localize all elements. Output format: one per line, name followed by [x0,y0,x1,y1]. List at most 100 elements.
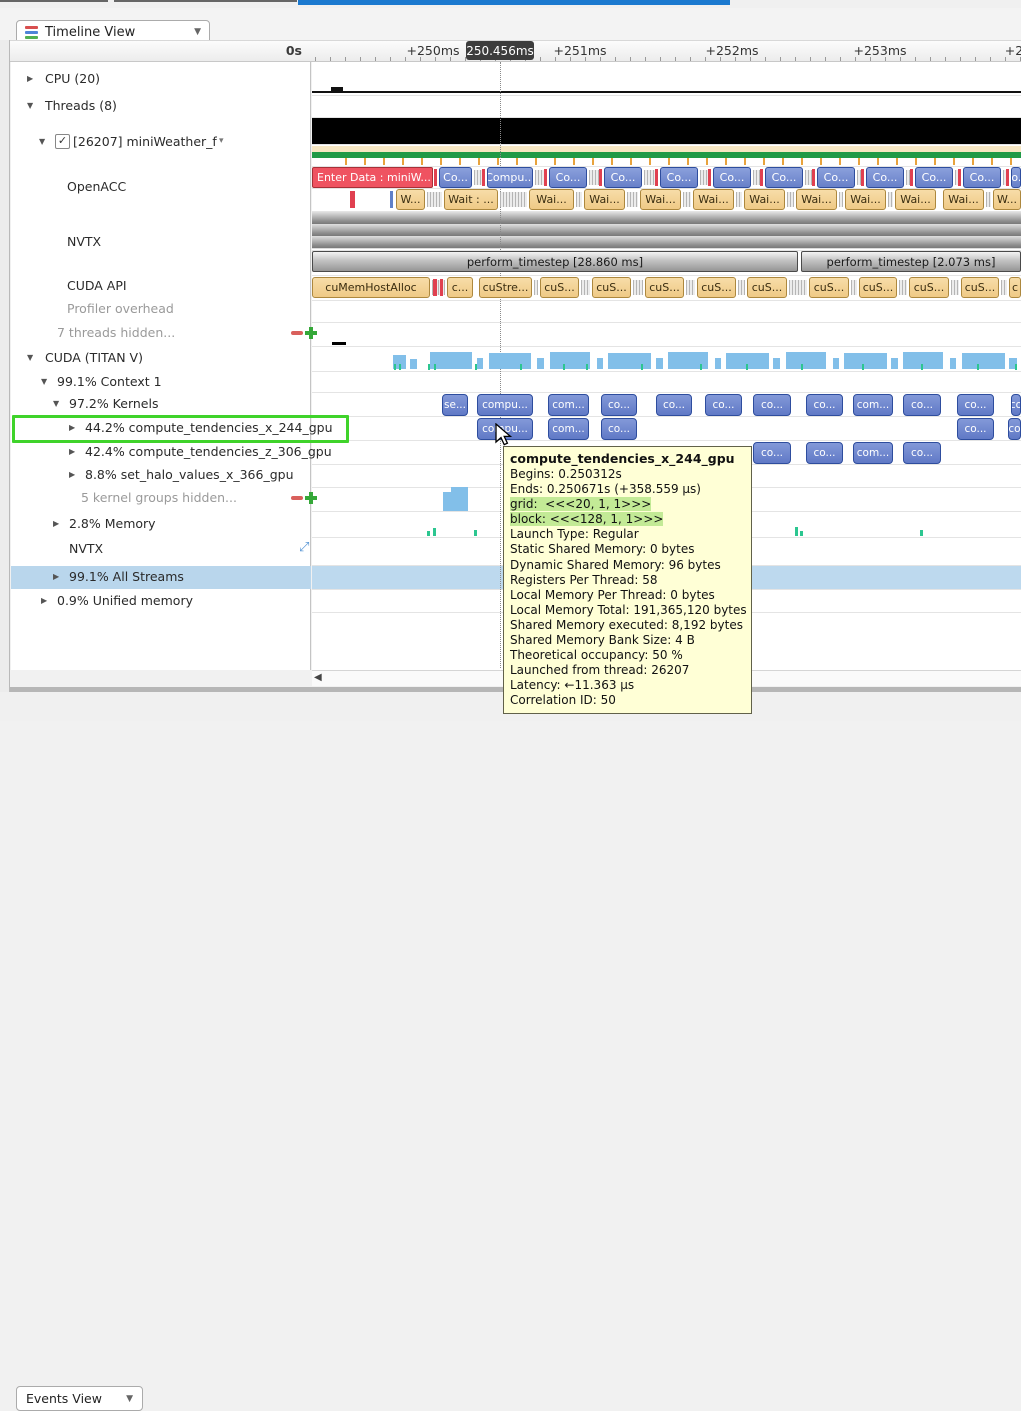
timeline-event-box[interactable]: cuS... [540,277,579,298]
timeline-event-box[interactable]: cuS... [859,277,897,298]
show-row-plus-icon[interactable] [305,327,317,339]
timeline-event-box[interactable]: cuS... [697,277,736,298]
timeline-event-box[interactable]: Co... [660,167,698,188]
timeline-event-box[interactable]: cuS... [909,277,949,298]
timeline-event-box[interactable]: Co... [817,167,855,188]
timeline-event-box[interactable]: co... [806,394,843,416]
timeline-event-box[interactable]: com... [853,394,893,416]
timeline-event-box[interactable]: Compu... [487,167,533,188]
hide-row-minus-icon[interactable] [291,331,303,335]
timeline-event-box[interactable]: co... [806,442,843,464]
expand-row-icon[interactable]: ⤢ [299,540,309,555]
timeline-event-box[interactable]: Wai... [943,189,984,210]
timeline-event-box[interactable]: Wait : ... [444,189,498,210]
tree-item[interactable]: NVTX [11,231,311,253]
timeline-event-box[interactable]: Wai... [796,189,837,210]
chevron-collapsed-icon[interactable]: ▶ [27,74,33,83]
timeline-event-box[interactable]: Co... [1011,167,1021,188]
hide-row-minus-icon[interactable] [291,496,303,500]
tree-item[interactable]: OpenACC [11,176,311,198]
timeline-event-box[interactable]: se... [442,394,468,416]
timeline-event-box[interactable]: cuStre... [479,277,532,298]
timeline-event-box[interactable]: co [1008,418,1021,440]
tree-item[interactable]: NVTX⤢ [11,538,311,560]
timeline-event-box[interactable]: com... [548,418,589,440]
timeline-event-box[interactable]: Co... [915,167,953,188]
timeline-event-box[interactable]: Wai... [693,189,734,210]
chevron-expanded-icon[interactable]: ▼ [41,377,47,386]
tree-item[interactable]: 5 kernel groups hidden... [11,487,311,509]
timeline-event-box[interactable]: co... [601,394,637,416]
scroll-left-arrow-icon[interactable]: ◀ [314,672,322,683]
timeline-event-box[interactable]: Enter Data : miniW... [312,167,433,188]
tree-item[interactable]: ▼CUDA (TITAN V) [11,347,311,369]
thread-checkbox[interactable]: ✓ [55,134,70,149]
timeline-event-box[interactable]: co... [753,394,791,416]
tree-item[interactable]: Profiler overhead [11,298,311,320]
timeline-event-box[interactable]: Wai... [584,189,625,210]
chevron-expanded-icon[interactable]: ▼ [39,137,45,146]
timeline-event-box[interactable]: cuS... [961,277,999,298]
chevron-collapsed-icon[interactable]: ▶ [69,470,75,479]
chevron-collapsed-icon[interactable]: ▶ [53,572,59,581]
chevron-collapsed-icon[interactable]: ▶ [69,447,75,456]
tree-item[interactable]: ▼97.2% Kernels [11,393,311,415]
tree-item[interactable]: 7 threads hidden... [11,322,311,344]
timeline-event-box[interactable]: co... [601,418,637,440]
tree-item[interactable]: ▶2.8% Memory [11,513,311,535]
chevron-collapsed-icon[interactable]: ▶ [41,596,47,605]
timeline-event-box[interactable]: W... [993,189,1021,210]
timeline-event-box[interactable]: co... [957,418,994,440]
events-view-selector[interactable]: Events View ▼ [16,1386,143,1411]
timeline-event-box[interactable]: Co... [866,167,904,188]
timeline-event-box[interactable]: co [1011,394,1021,416]
timeline-event-box[interactable]: co... [753,442,791,464]
timeline-event-box[interactable]: co... [903,394,941,416]
nvtx-range-bar[interactable]: perform_timestep [28.860 ms] [312,251,798,272]
current-time-marker[interactable]: 250.456ms [466,41,534,60]
thread-options-caret-icon[interactable]: ▾ [219,136,224,146]
tree-item[interactable]: ▶8.8% set_halo_values_x_366_gpu [11,464,311,486]
timeline-event-box[interactable]: compu... [477,394,533,416]
event-sliver[interactable] [390,191,393,208]
timeline-event-box[interactable]: Wai... [640,189,681,210]
timeline-event-box[interactable]: W... [396,189,425,210]
timeline-event-box[interactable]: Wai... [895,189,936,210]
timeline-event-box[interactable]: co... [705,394,742,416]
nvtx-range-bar[interactable]: perform_timestep [2.073 ms] [801,251,1021,272]
timeline-event-box[interactable]: co... [656,394,692,416]
timeline-event-box[interactable]: Wai... [529,189,574,210]
chevron-expanded-icon[interactable]: ▼ [27,353,33,362]
timeline-event-box[interactable]: co... [903,442,941,464]
timeline-event-box[interactable]: cuS... [809,277,849,298]
timeline-event-box[interactable]: Co... [963,167,1001,188]
timeline-event-box[interactable]: Co... [765,167,803,188]
timeline-event-box[interactable]: cuS... [747,277,787,298]
nvtx-collapsed-ranges[interactable] [312,212,1021,249]
tree-item[interactable]: ▶42.4% compute_tendencies_z_306_gpu [11,441,311,463]
timeline-event-box[interactable]: com... [853,442,893,464]
event-sliver[interactable] [433,279,437,296]
tree-item[interactable]: ▶0.9% Unified memory [11,590,311,612]
timeline-event-box[interactable]: Wai... [744,189,785,210]
timeline-event-box[interactable]: Co... [549,167,587,188]
tree-item[interactable]: CUDA API [11,275,311,297]
timeline-event-box[interactable]: cuS... [592,277,631,298]
tree-item[interactable]: ▼Threads (8) [11,95,311,117]
timeline-event-box[interactable]: c [1009,277,1021,298]
timeline-event-box[interactable]: co... [957,394,994,416]
timeline-event-box[interactable]: Wai... [845,189,886,210]
timeline-event-box[interactable]: Co... [439,167,472,188]
timeline-event-box[interactable]: c... [447,277,473,298]
tree-item[interactable]: ▶CPU (20) [11,68,311,90]
event-sliver[interactable] [350,191,355,208]
timeline-event-box[interactable]: Co... [713,167,751,188]
chevron-collapsed-icon[interactable]: ▶ [53,519,59,528]
chevron-expanded-icon[interactable]: ▼ [27,101,33,110]
tree-item[interactable]: ▼99.1% Context 1 [11,371,311,393]
timeline-event-box[interactable]: Co... [604,167,642,188]
timeline-event-box[interactable]: cuMemHostAlloc [312,277,430,298]
timeline-event-box[interactable]: cuS... [645,277,684,298]
chevron-expanded-icon[interactable]: ▼ [53,399,59,408]
tree-item[interactable]: ▼✓[26207] miniWeather_f▾ [11,131,311,153]
